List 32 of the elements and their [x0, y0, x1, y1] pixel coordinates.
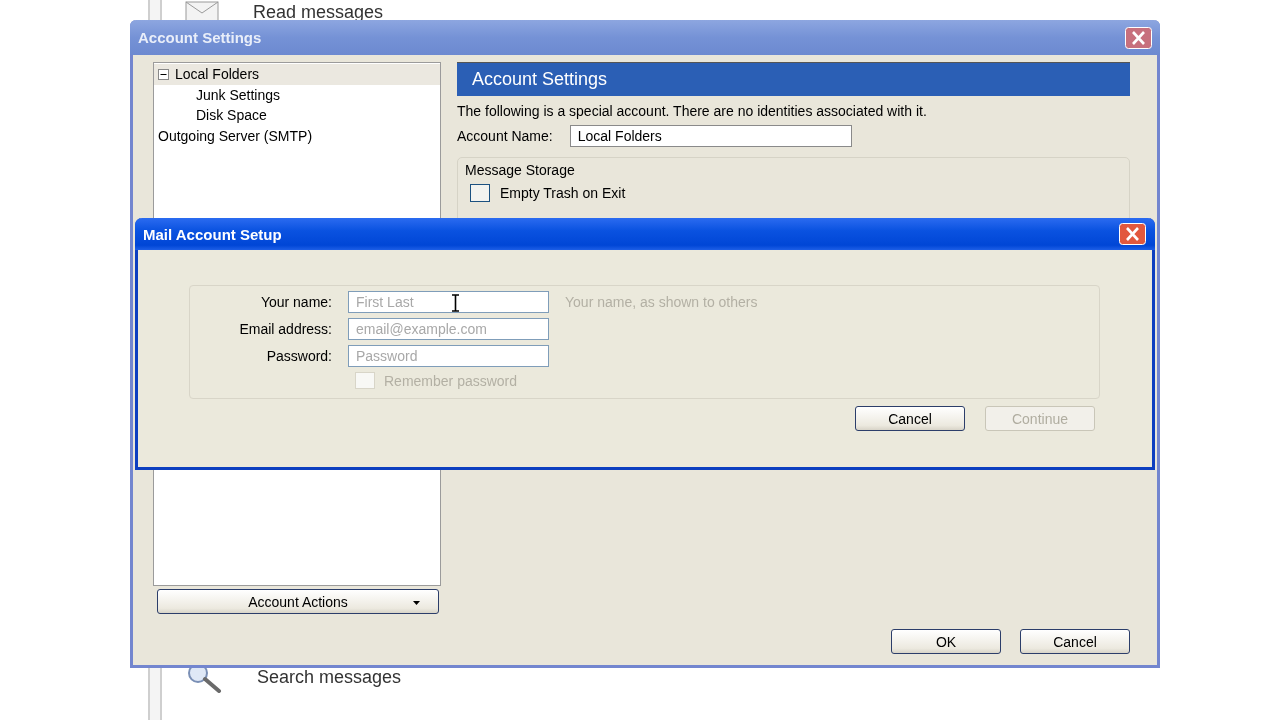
collapse-icon[interactable] — [158, 68, 169, 80]
tree-item[interactable]: Disk Space — [158, 107, 267, 124]
field-label: Your name: — [259, 294, 332, 310]
start-page-link[interactable]: Read messages — [253, 1, 384, 23]
window-title: Account Settings — [138, 29, 262, 46]
caret-icon — [413, 601, 420, 605]
close-icon[interactable] — [1119, 223, 1146, 245]
close-icon[interactable] — [1125, 26, 1152, 49]
checkbox-label: Empty Trash on Exit — [500, 185, 626, 201]
name-field[interactable]: First Last — [348, 291, 549, 313]
tree-item[interactable]: Outgoing Server (SMTP) — [158, 127, 313, 144]
field-hint: Your name, as shown to others — [565, 294, 758, 310]
tree-item[interactable]: Junk Settings — [158, 86, 281, 103]
description-text: The following is a special account. There are no identities associated with it. — [457, 103, 928, 119]
account-actions-button[interactable]: Account Actions — [157, 589, 439, 614]
field-label: Password: — [265, 348, 332, 364]
ok-button[interactable]: OK — [891, 629, 1001, 654]
checkbox[interactable] — [470, 184, 490, 202]
cancel-button[interactable]: Cancel — [855, 406, 965, 431]
text-cursor-icon — [451, 294, 460, 312]
panel-header: Account Settings — [457, 62, 1130, 96]
field-label: Email address: — [238, 321, 332, 337]
cancel-button[interactable]: Cancel — [1020, 629, 1130, 654]
checkbox-label: Remember password — [384, 372, 518, 389]
account-name-field[interactable]: Local Folders — [569, 125, 852, 147]
start-page-link[interactable]: Search messages — [257, 666, 402, 688]
password-field[interactable]: Password — [348, 345, 549, 367]
email-field[interactable]: email@example.com — [348, 318, 549, 340]
envelope-icon — [185, 1, 219, 23]
field-label: Account Name: — [457, 128, 553, 144]
group-legend: Message Storage — [465, 162, 575, 178]
dialog-title: Mail Account Setup — [143, 225, 282, 243]
